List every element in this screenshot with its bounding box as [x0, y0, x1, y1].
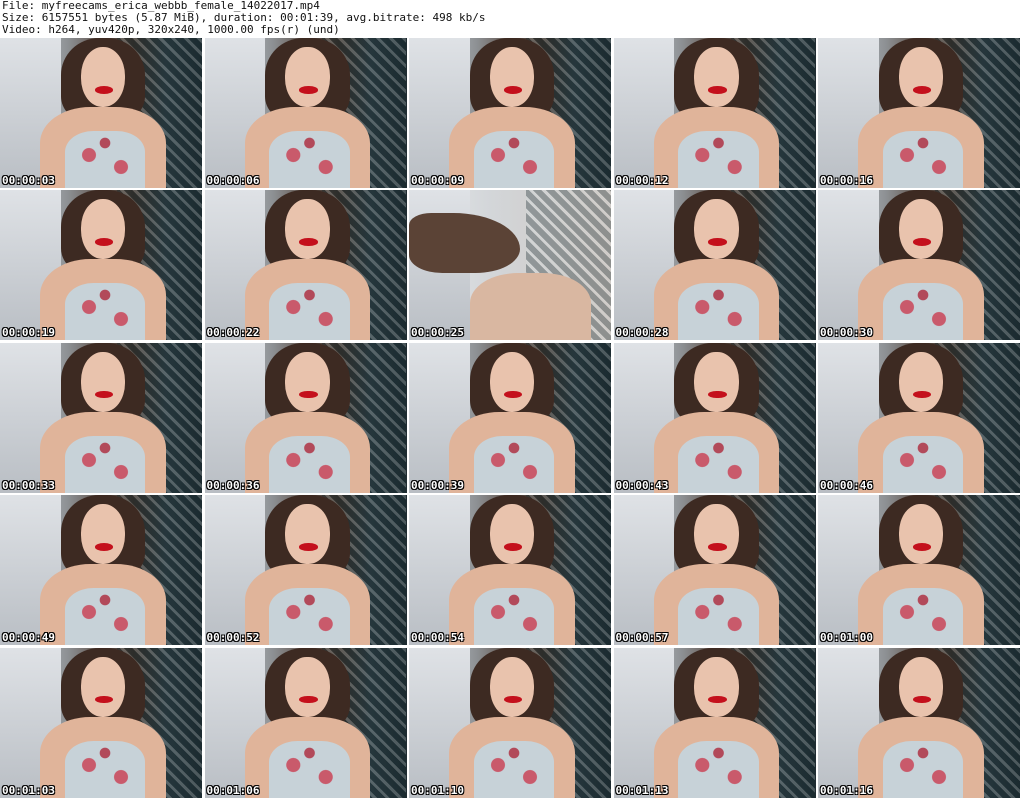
thumbnail-timestamp: 00:00:33 — [2, 478, 55, 492]
thumbnail-timestamp: 00:00:36 — [206, 478, 260, 492]
file-name-line: File: myfreecams_erica_webbb_female_1402… — [2, 0, 320, 12]
thumbnail-timestamp: 00:01:13 — [615, 783, 669, 797]
thumbnail-timestamp: 00:00:49 — [2, 631, 55, 645]
thumbnail-timestamp: 00:00:57 — [615, 631, 669, 645]
video-thumbnail: 00:00:06 — [204, 38, 407, 188]
thumbnail-grid: 00:00:03 00:00:06 00:00:09 00:00:12 00:00:16… — [0, 38, 1024, 799]
thumbnail-timestamp: 00:00:52 — [206, 631, 260, 645]
video-thumbnail: 00:00:16 — [818, 38, 1020, 188]
file-info-header: File: myfreecams_erica_webbb_female_1402… — [2, 0, 1022, 38]
video-thumbnail: 00:00:33 — [0, 342, 202, 493]
video-thumbnail: 00:00:09 — [409, 38, 611, 188]
thumbnail-timestamp: 00:00:54 — [411, 631, 464, 645]
thumbnail-timestamp: 00:00:22 — [206, 326, 260, 340]
thumbnail-timestamp: 00:00:43 — [615, 478, 669, 492]
video-thumbnail: 00:00:43 — [613, 342, 816, 493]
thumbnail-timestamp: 00:00:09 — [411, 174, 464, 187]
video-thumbnail: 00:00:30 — [818, 190, 1020, 341]
thumbnail-timestamp: 00:01:10 — [411, 783, 464, 797]
video-thumbnail: 00:00:49 — [0, 495, 202, 646]
video-thumbnail: 00:00:36 — [204, 342, 407, 493]
video-thumbnail: 00:01:06 — [204, 647, 407, 798]
thumbnail-timestamp: 00:01:16 — [820, 783, 873, 797]
thumbnail-timestamp: 00:01:00 — [820, 631, 873, 645]
thumbnail-timestamp: 00:00:03 — [2, 174, 55, 187]
thumbnail-timestamp: 00:01:06 — [206, 783, 260, 797]
thumbnail-timestamp: 00:00:30 — [820, 326, 873, 340]
video-thumbnail: 00:00:39 — [409, 342, 611, 493]
thumbnail-timestamp: 00:00:16 — [820, 174, 873, 187]
thumbnail-timestamp: 00:01:03 — [2, 783, 55, 797]
video-thumbnail: 00:00:57 — [613, 495, 816, 646]
thumbnail-timestamp: 00:00:12 — [615, 174, 669, 187]
video-thumbnail: 00:00:25 — [409, 190, 611, 341]
video-thumbnail: 00:01:13 — [613, 647, 816, 798]
file-size-line: Size: 6157551 bytes (5.87 MiB), duration… — [2, 12, 486, 24]
video-thumbnail: 00:00:03 — [0, 38, 202, 188]
video-thumbnail: 00:00:54 — [409, 495, 611, 646]
video-thumbnail: 00:01:00 — [818, 495, 1020, 646]
video-thumbnail: 00:00:46 — [818, 342, 1020, 493]
video-thumbnail: 00:00:22 — [204, 190, 407, 341]
video-thumbnail: 00:00:12 — [613, 38, 816, 188]
thumbnail-timestamp: 00:00:06 — [206, 174, 260, 187]
video-thumbnail: 00:01:03 — [0, 647, 202, 798]
thumbnail-timestamp: 00:00:19 — [2, 326, 55, 340]
video-thumbnail: 00:00:19 — [0, 190, 202, 341]
thumbnail-timestamp: 00:00:28 — [615, 326, 669, 340]
thumbnail-timestamp: 00:00:25 — [411, 326, 464, 340]
thumbnail-timestamp: 00:00:39 — [411, 478, 464, 492]
video-thumbnail: 00:01:16 — [818, 647, 1020, 798]
video-thumbnail: 00:01:10 — [409, 647, 611, 798]
video-info-line: Video: h264, yuv420p, 320x240, 1000.00 f… — [2, 24, 340, 36]
thumbnail-timestamp: 00:00:46 — [820, 478, 873, 492]
video-thumbnail: 00:00:52 — [204, 495, 407, 646]
video-thumbnail: 00:00:28 — [613, 190, 816, 341]
